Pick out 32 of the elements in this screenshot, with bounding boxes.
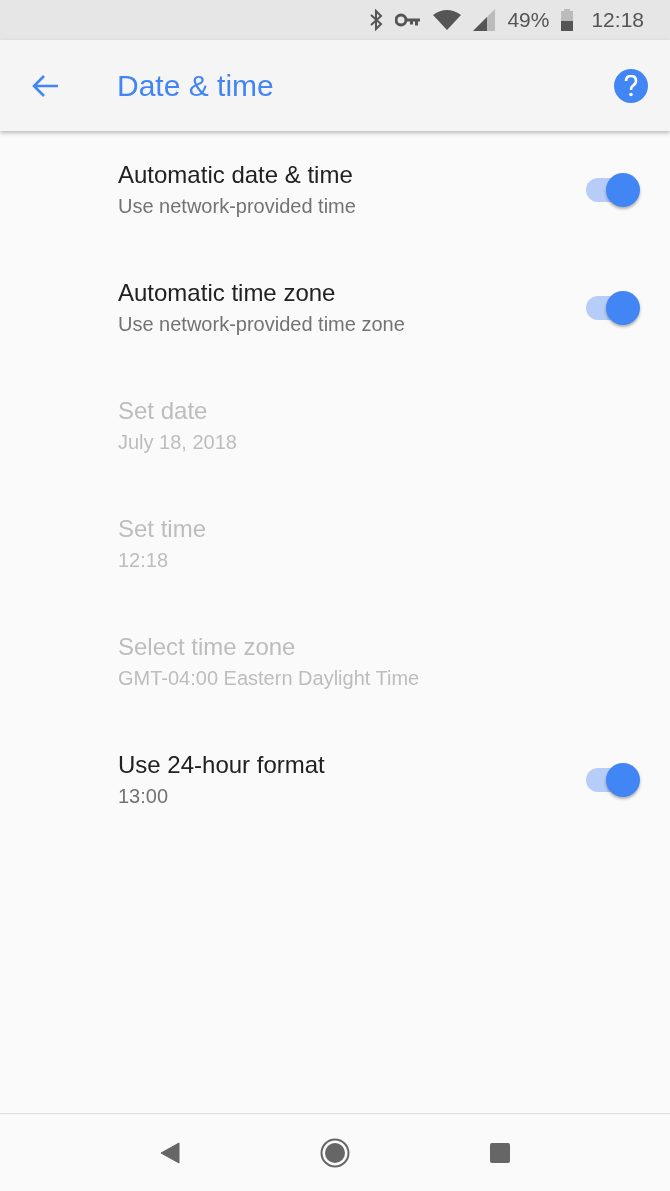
- setting-title: Automatic date & time: [118, 160, 354, 190]
- setting-row[interactable]: Use 24-hour format 13:00: [0, 721, 670, 839]
- setting-title: Use 24-hour format: [118, 750, 326, 780]
- square-icon[interactable]: [490, 1142, 510, 1163]
- setting-title: Select time zone: [118, 632, 297, 662]
- setting-summary: Use network-provided time zone: [118, 312, 406, 337]
- battery-percent: 49%: [507, 7, 550, 34]
- help-button[interactable]: [614, 68, 648, 103]
- question-mark-icon: [624, 74, 638, 97]
- toggle-switch[interactable]: [584, 762, 640, 798]
- toggle-switch[interactable]: [584, 290, 640, 326]
- bluetooth-icon: [369, 9, 384, 31]
- setting-summary: 13:00: [118, 784, 170, 809]
- page-title: Date & time: [117, 68, 274, 104]
- battery-icon: [561, 9, 574, 31]
- home-circle-icon[interactable]: [320, 1137, 350, 1168]
- back-arrow-icon: [31, 73, 59, 98]
- setting-summary: GMT-04:00 Eastern Daylight Time: [118, 666, 421, 691]
- setting-row[interactable]: Automatic date & time Use network-provided time: [0, 131, 670, 249]
- key-icon: [395, 13, 422, 27]
- toggle-switch[interactable]: [584, 172, 640, 208]
- setting-row[interactable]: Automatic time zone Use network-provided time zone: [0, 249, 670, 367]
- setting-summary: Use network-provided time: [118, 194, 357, 219]
- back-triangle-icon[interactable]: [160, 1141, 180, 1164]
- clock-time: 12:18: [591, 7, 644, 34]
- wifi-icon: [433, 10, 462, 30]
- setting-summary: July 18, 2018: [118, 430, 238, 455]
- setting-title: Set time: [118, 514, 208, 544]
- setting-summary: 12:18: [118, 548, 170, 573]
- setting-title: Set date: [118, 396, 209, 426]
- signal-icon: [473, 9, 496, 31]
- setting-title: Automatic time zone: [118, 278, 337, 308]
